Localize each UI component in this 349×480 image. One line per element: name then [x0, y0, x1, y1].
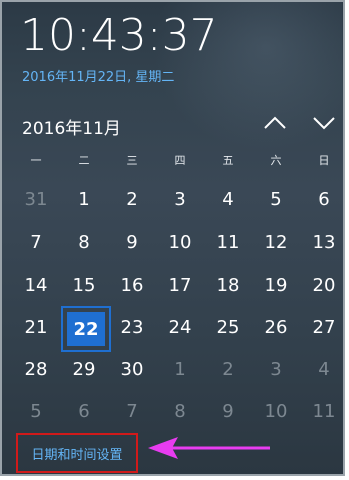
- calendar-day[interactable]: 21: [13, 306, 59, 348]
- calendar-day[interactable]: 3: [253, 348, 299, 390]
- previous-month-button[interactable]: [262, 110, 288, 136]
- clock-time: 10:43:37: [20, 10, 218, 61]
- calendar-day[interactable]: 18: [205, 264, 251, 306]
- calendar-day[interactable]: 15: [61, 264, 107, 306]
- weekday-label: 二: [78, 154, 90, 167]
- weekday-label: 日: [318, 154, 330, 167]
- calendar-day[interactable]: 30: [109, 348, 155, 390]
- chevron-down-icon: [313, 117, 335, 130]
- calendar-day[interactable]: 17: [157, 264, 203, 306]
- calendar-day[interactable]: 19: [253, 264, 299, 306]
- month-label[interactable]: 2016年11月: [22, 114, 121, 139]
- calendar-day[interactable]: 26: [253, 306, 299, 348]
- calendar-day[interactable]: 8: [157, 390, 203, 432]
- weekday-label: 三: [126, 154, 138, 167]
- next-month-button[interactable]: [311, 110, 337, 136]
- calendar-day[interactable]: 1: [61, 178, 107, 220]
- clock-calendar-flyout: 10:43:37 2016年11月22日, 星期二 2016年11月 一 二 三 四 五…: [0, 0, 345, 476]
- calendar-day[interactable]: 31: [13, 178, 59, 220]
- calendar-day[interactable]: 3: [157, 178, 203, 220]
- weekday-label: 六: [270, 154, 282, 167]
- weekday-label: 一: [30, 154, 42, 167]
- calendar-day[interactable]: 13: [301, 221, 343, 263]
- calendar-day[interactable]: 4: [205, 178, 251, 220]
- date-time-settings-link[interactable]: 日期和时间设置: [16, 433, 138, 473]
- calendar-day[interactable]: 24: [157, 306, 203, 348]
- calendar-day[interactable]: 6: [301, 178, 343, 220]
- chevron-up-icon: [264, 116, 286, 129]
- calendar-day[interactable]: 5: [13, 390, 59, 432]
- calendar-day[interactable]: 10: [253, 390, 299, 432]
- calendar-day[interactable]: 4: [301, 348, 343, 390]
- calendar-day[interactable]: 27: [301, 306, 343, 348]
- calendar-day[interactable]: 5: [253, 178, 299, 220]
- calendar-day[interactable]: 11: [205, 221, 251, 263]
- calendar-day[interactable]: 9: [109, 221, 155, 263]
- weekday-label: 四: [174, 154, 186, 167]
- calendar-day[interactable]: 12: [253, 221, 299, 263]
- calendar-day[interactable]: 10: [157, 221, 203, 263]
- calendar-day[interactable]: 6: [61, 390, 107, 432]
- calendar-day[interactable]: 28: [13, 348, 59, 390]
- calendar-day[interactable]: 14: [13, 264, 59, 306]
- calendar-day-today[interactable]: 22: [61, 306, 111, 352]
- calendar-day[interactable]: 9: [205, 390, 251, 432]
- annotation-arrow-icon: [148, 437, 270, 459]
- calendar-day[interactable]: 2: [205, 348, 251, 390]
- calendar-day[interactable]: 23: [109, 306, 155, 348]
- calendar-day[interactable]: 1: [157, 348, 203, 390]
- calendar-day[interactable]: 20: [301, 264, 343, 306]
- weekday-label: 五: [222, 154, 234, 167]
- weekday-header-row: 一二三四五六日: [12, 152, 343, 170]
- calendar-day[interactable]: 7: [13, 221, 59, 263]
- calendar-day-label: 22: [67, 312, 105, 346]
- calendar-day[interactable]: 2: [109, 178, 155, 220]
- calendar-day[interactable]: 29: [61, 348, 107, 390]
- calendar-day[interactable]: 8: [61, 221, 107, 263]
- calendar-day[interactable]: 16: [109, 264, 155, 306]
- calendar-day-grid: 31 1 2 3 4 5 6 7 8 9 10 11 12 13 14 15 16 17 18 19 20 21 22 23 2…: [12, 178, 343, 432]
- calendar-day[interactable]: 7: [109, 390, 155, 432]
- full-date-link[interactable]: 2016年11月22日, 星期二: [22, 66, 174, 85]
- calendar-day[interactable]: 11: [301, 390, 343, 432]
- calendar-day[interactable]: 25: [205, 306, 251, 348]
